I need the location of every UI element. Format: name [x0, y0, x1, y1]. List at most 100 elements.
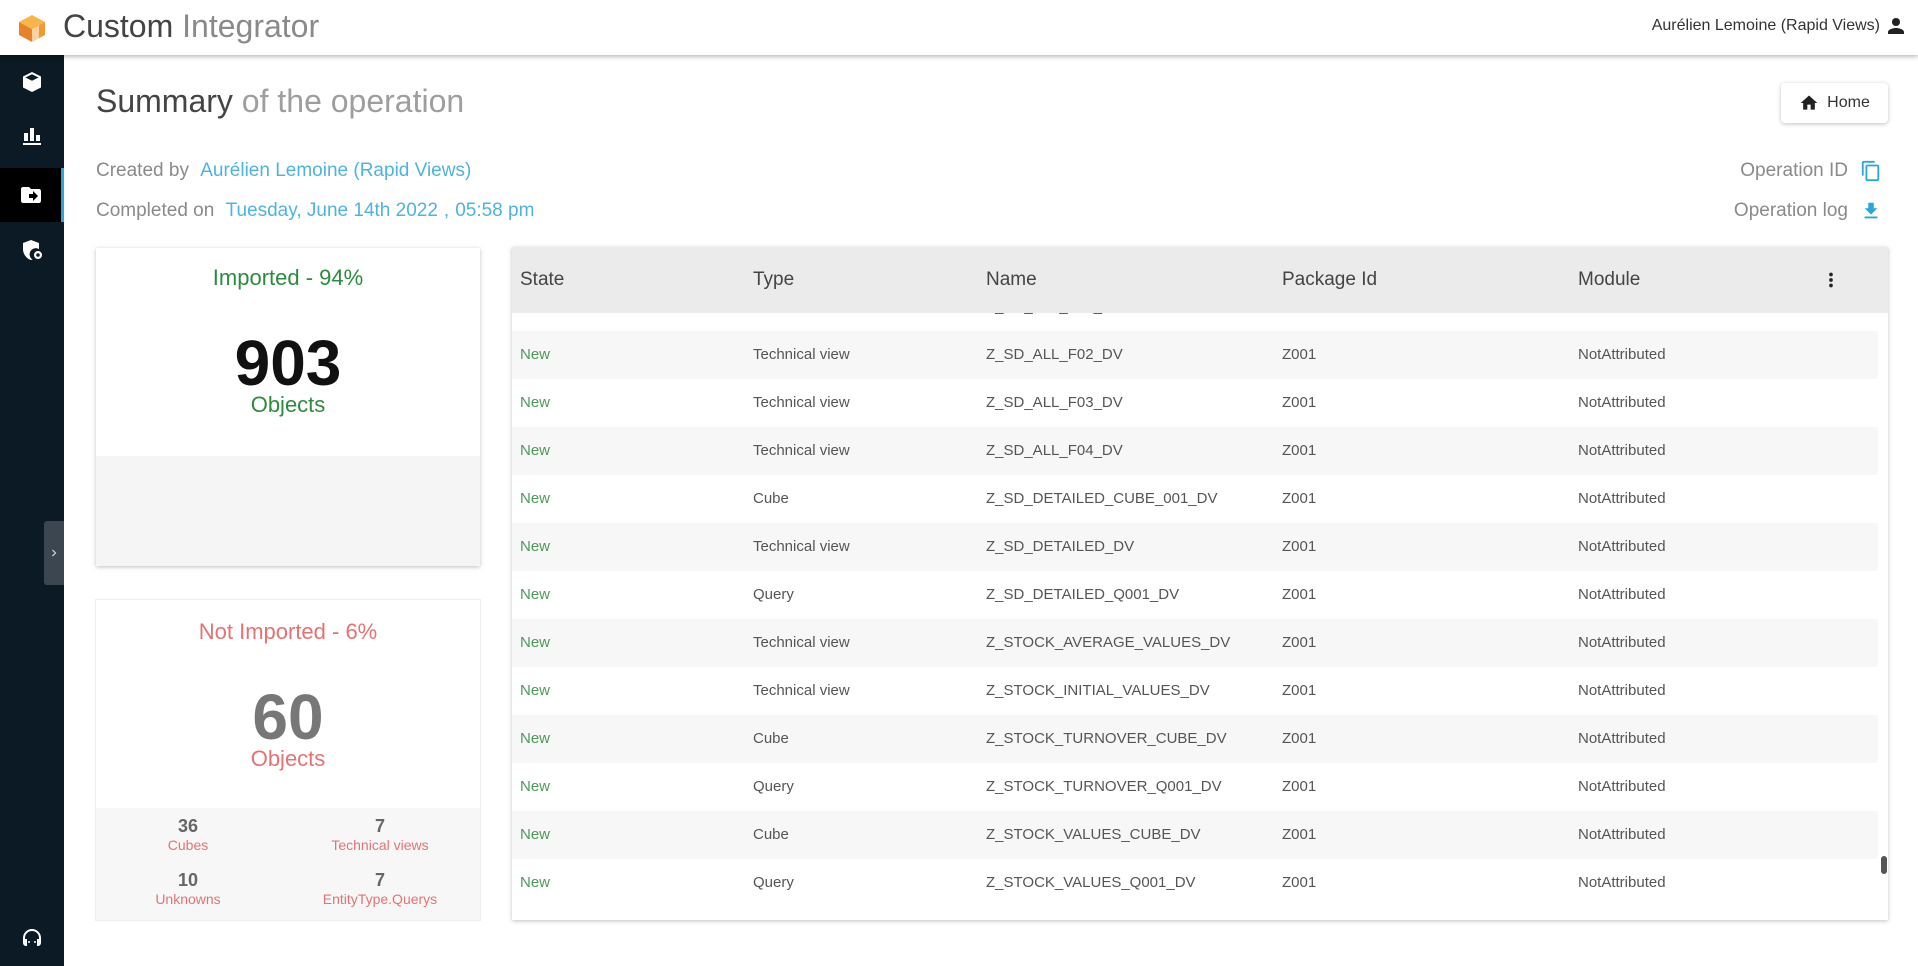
cell-name: Z_STOCK_TURNOVER_CUBE_DV [986, 730, 1227, 747]
cell-type: Query [753, 874, 794, 891]
cell-state: New [520, 778, 551, 795]
stat-technical-views: 7 Technical views [290, 816, 470, 853]
cell-type: Technical view [753, 538, 850, 555]
cell-package-id: Z001 [1282, 538, 1317, 555]
cell-package-id: Z001 [1282, 394, 1317, 411]
cell-package-id: Z001 [1282, 490, 1317, 507]
cell-state: New [520, 874, 551, 891]
table-row[interactable]: New Cube Z_SD_DETAILED_CUBE_001_DV Z001 NotA… [512, 475, 1878, 523]
table-row[interactable]: New Technical view Z_STOCK_INITIAL_VALUES_… [512, 667, 1878, 715]
sidebar-item-security[interactable] [0, 223, 64, 277]
cell-package-id: Z001 [1282, 826, 1317, 843]
operation-id-row[interactable]: Operation ID [1740, 160, 1882, 182]
stat-label: Technical views [331, 837, 429, 853]
imported-count: 903 [234, 327, 342, 399]
support-icon [23, 929, 41, 946]
page-title-light: of the operation [241, 83, 465, 119]
app-title-light: Integrator [182, 8, 320, 44]
copy-icon[interactable] [1860, 160, 1882, 182]
table-row[interactable]: New Query Z_STOCK_TURNOVER_Q001_DV Z001 NotA… [512, 763, 1878, 811]
imported-unit: Objects [250, 392, 326, 417]
stat-unknowns: 10 Unknowns [98, 870, 278, 907]
sidebar-item-import[interactable] [0, 168, 64, 222]
cell-name: Z_SD_DETAILED_CUBE_001_DV [986, 490, 1218, 507]
sidebar-item-support[interactable] [0, 912, 64, 966]
table-row[interactable]: New Technical view Z_SD_DETAILED_DV Z001 Not… [512, 523, 1878, 571]
cell-module: NotAttributed [1578, 586, 1666, 603]
table-row[interactable]: New Technical view Z_SD_ALL_F03_DV Z001 NotA… [512, 379, 1878, 427]
cell-package-id: Z001 [1282, 346, 1317, 363]
table-scrollbar[interactable] [1881, 856, 1887, 874]
cell-module: NotAttributed [1578, 682, 1666, 699]
home-icon [1800, 95, 1818, 110]
table-row[interactable]: New Technical view Z_SD_ALL_F01_DV Z001 NotA… [512, 313, 1878, 331]
cell-module: NotAttributed [1578, 538, 1666, 555]
cell-module: NotAttributed [1578, 730, 1666, 747]
table-row[interactable]: New Technical view Z_SD_ALL_F02_DV Z001 NotA… [512, 331, 1878, 379]
table-row[interactable]: New Query Z_SD_DETAILED_Q001_DV Z001 NotAttr… [512, 571, 1878, 619]
column-header-package-id[interactable]: Package Id [1282, 269, 1377, 291]
cell-module: NotAttributed [1578, 490, 1666, 507]
shield-settings-icon [23, 240, 42, 260]
stat-label: Unknowns [155, 891, 221, 907]
cell-name: Z_STOCK_VALUES_Q001_DV [986, 874, 1196, 891]
sidebar-item-charts[interactable] [0, 109, 64, 163]
table-row[interactable]: New Technical view Z_SD_ALL_F04_DV Z001 NotA… [512, 427, 1878, 475]
column-header-name[interactable]: Name [986, 269, 1037, 291]
cell-name: Z_STOCK_VALUES_CUBE_DV [986, 826, 1201, 843]
not-imported-stats: 36 Cubes 7 Technical views 10 Unknowns 7… [96, 808, 480, 920]
cell-package-id: Z001 [1282, 634, 1317, 651]
not-imported-unit: Objects [250, 746, 326, 771]
cube-logo-icon [19, 15, 45, 42]
cell-state: New [520, 682, 551, 699]
cell-package-id: Z001 [1282, 682, 1317, 699]
column-header-module[interactable]: Module [1578, 269, 1640, 291]
cell-state: New [520, 538, 551, 555]
cell-module: NotAttributed [1578, 346, 1666, 363]
table-row[interactable]: New Cube Z_STOCK_TURNOVER_CUBE_DV Z001 NotAt… [512, 715, 1878, 763]
cell-type: Cube [753, 490, 789, 507]
cell-package-id: Z001 [1282, 778, 1317, 795]
cell-type: Technical view [753, 394, 850, 411]
bar-chart-icon [23, 128, 41, 145]
home-button-label: Home [1827, 94, 1870, 111]
sidebar-item-cube[interactable] [0, 55, 64, 109]
cell-state: New [520, 442, 551, 459]
cell-state: New [520, 586, 551, 603]
table-body[interactable]: New Technical view Z_SD_ALL_F01_DV Z001 NotA… [512, 313, 1888, 920]
completed-on-label: Completed on [96, 200, 215, 221]
user-icon[interactable] [1886, 16, 1906, 36]
cell-package-id: Z001 [1282, 313, 1316, 315]
cell-state: New [520, 313, 550, 315]
cell-type: Technical view [753, 682, 850, 699]
table-row[interactable]: New Query Z_STOCK_VALUES_Q001_DV Z001 NotAtt… [512, 859, 1878, 907]
page-title: Summary of the operation [96, 83, 464, 120]
top-bar: Custom Integrator Aurélien Lemoine (Rapi… [0, 0, 1918, 55]
folder-import-icon [20, 187, 41, 203]
cell-state: New [520, 730, 551, 747]
cell-module: NotAttributed [1578, 778, 1666, 795]
table-row[interactable]: New Cube Z_STOCK_VALUES_CUBE_DV Z001 NotAttr… [512, 811, 1878, 859]
more-vertical-icon[interactable] [1820, 269, 1842, 291]
stat-value: 7 [374, 816, 385, 836]
app-title: Custom Integrator [63, 8, 319, 45]
created-by-value[interactable]: Aurélien Lemoine (Rapid Views) [200, 160, 471, 181]
cell-package-id: Z001 [1282, 586, 1317, 603]
stat-label: Cubes [167, 837, 209, 853]
column-header-type[interactable]: Type [753, 269, 794, 291]
stat-label: EntityType.Querys [322, 891, 438, 907]
cell-state: New [520, 490, 551, 507]
cell-name: Z_SD_DETAILED_Q001_DV [986, 586, 1180, 603]
cell-type: Query [753, 586, 794, 603]
column-header-state[interactable]: State [520, 269, 564, 291]
user-name[interactable]: Aurélien Lemoine (Rapid Views) [1652, 17, 1880, 35]
operation-log-row[interactable]: Operation log [1734, 200, 1882, 222]
sidebar-expand-button[interactable] [44, 521, 64, 585]
created-by-line: Created by Aurélien Lemoine (Rapid Views… [96, 160, 471, 182]
cell-module: NotAttributed [1578, 874, 1666, 891]
home-button[interactable]: Home [1781, 83, 1888, 123]
cell-type: Technical view [753, 313, 850, 315]
download-icon[interactable] [1860, 200, 1882, 222]
table-row[interactable]: New Technical view Z_STOCK_AVERAGE_VALUES_… [512, 619, 1878, 667]
cell-name: Z_SD_ALL_F04_DV [986, 442, 1123, 459]
